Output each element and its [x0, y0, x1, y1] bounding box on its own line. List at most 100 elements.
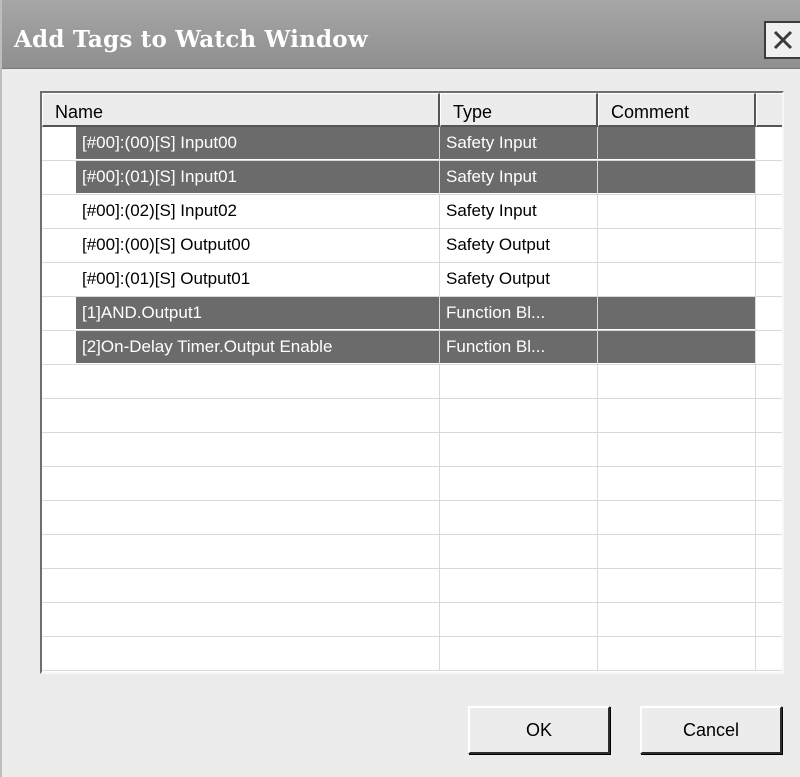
cell-comment [598, 535, 756, 569]
close-button[interactable] [764, 21, 800, 59]
column-header-type[interactable]: Type [440, 93, 598, 127]
cell-comment [598, 399, 756, 433]
cell-filler [756, 501, 782, 535]
add-tags-dialog: Add Tags to Watch Window Name Type Comme… [0, 0, 800, 777]
column-header-comment[interactable]: Comment [598, 93, 756, 127]
cell-name-text: [#00]:(01)[S] Input01 [76, 161, 439, 193]
cell-name: [#00]:(01)[S] Output01 [42, 263, 440, 297]
empty-row [42, 501, 782, 535]
table-row[interactable]: [2]On-Delay Timer.Output Enable Function … [42, 331, 782, 365]
cell-comment-text [598, 195, 610, 227]
cell-name [42, 399, 440, 433]
cell-filler [756, 297, 782, 331]
cell-comment [598, 229, 756, 263]
cell-filler [756, 127, 782, 161]
cell-comment [598, 501, 756, 535]
cell-name-text [76, 365, 439, 397]
cell-filler [756, 637, 782, 671]
cell-type [440, 365, 598, 399]
cell-type: Safety Input [440, 127, 598, 161]
cell-name [42, 569, 440, 603]
cell-type-text [440, 365, 597, 397]
ok-button[interactable]: OK [468, 706, 610, 754]
table-row[interactable]: [#00]:(01)[S] Output01 Safety Output [42, 263, 782, 297]
cell-name: [#00]:(01)[S] Input01 [42, 161, 440, 195]
cell-comment [598, 467, 756, 501]
cell-name: [1]AND.Output1 [42, 297, 440, 331]
cell-type [440, 603, 598, 637]
cell-filler [756, 365, 782, 399]
cell-type: Function Bl... [440, 331, 598, 365]
cell-type-text: Function Bl... [440, 297, 597, 329]
cell-comment-text [598, 127, 755, 159]
cell-comment [598, 433, 756, 467]
empty-row [42, 433, 782, 467]
cell-name-text [76, 399, 439, 431]
cell-name [42, 433, 440, 467]
cell-comment [598, 569, 756, 603]
empty-row [42, 637, 782, 671]
cell-name-text: [#00]:(00)[S] Input00 [76, 127, 439, 159]
tag-list[interactable]: Name Type Comment [#00]:(00)[S] Input00 S… [40, 91, 784, 674]
cell-comment [598, 297, 756, 331]
cell-type-text: Safety Input [440, 127, 597, 159]
cell-filler [756, 467, 782, 501]
cell-name [42, 365, 440, 399]
cell-filler [756, 569, 782, 603]
cell-comment-text [598, 229, 610, 261]
cell-type-text: Safety Input [440, 161, 597, 193]
cell-comment-text [598, 467, 610, 499]
cell-filler [756, 535, 782, 569]
cell-comment-text [598, 161, 755, 193]
empty-row [42, 365, 782, 399]
cell-name: [#00]:(00)[S] Output00 [42, 229, 440, 263]
cell-filler [756, 433, 782, 467]
cell-type: Function Bl... [440, 297, 598, 331]
cell-type-text [440, 433, 597, 465]
cell-comment [598, 331, 756, 365]
list-header: Name Type Comment [42, 93, 782, 127]
cell-name [42, 467, 440, 501]
empty-row [42, 467, 782, 501]
cell-comment-text [598, 569, 610, 601]
cell-type [440, 399, 598, 433]
table-row[interactable]: [#00]:(00)[S] Output00 Safety Output [42, 229, 782, 263]
cell-name-text [76, 433, 439, 465]
cell-type: Safety Output [440, 229, 598, 263]
cell-name: [2]On-Delay Timer.Output Enable [42, 331, 440, 365]
cell-type [440, 501, 598, 535]
table-row[interactable]: [#00]:(00)[S] Input00 Safety Input [42, 127, 782, 161]
cell-name [42, 535, 440, 569]
cell-type-text [440, 603, 597, 635]
cell-type-text: Safety Input [446, 201, 537, 220]
cell-comment-text [598, 399, 610, 431]
cell-type-text [440, 535, 597, 567]
cell-name-text [76, 637, 439, 669]
column-header-name[interactable]: Name [42, 93, 440, 127]
cell-type [440, 433, 598, 467]
title-bar: Add Tags to Watch Window [2, 0, 800, 69]
empty-row [42, 603, 782, 637]
cell-comment-text [598, 535, 610, 567]
cell-name [42, 637, 440, 671]
cancel-button[interactable]: Cancel [640, 706, 782, 754]
cell-filler [756, 229, 782, 263]
cell-comment [598, 365, 756, 399]
close-icon [773, 30, 793, 50]
empty-row [42, 569, 782, 603]
cell-comment-text [598, 297, 755, 329]
cell-comment-text [598, 501, 610, 533]
cell-type: Safety Output [440, 263, 598, 297]
table-row[interactable]: [#00]:(01)[S] Input01 Safety Input [42, 161, 782, 195]
cell-name-text [76, 501, 439, 533]
table-row[interactable]: [#00]:(02)[S] Input02 Safety Input [42, 195, 782, 229]
cell-type-text: Function Bl... [440, 331, 597, 363]
cell-filler [756, 195, 782, 229]
cell-name-text: [#00]:(02)[S] Input02 [82, 201, 237, 220]
cell-filler [756, 263, 782, 297]
cell-name [42, 501, 440, 535]
cell-type-text [440, 637, 597, 669]
column-header-filler [756, 93, 782, 127]
table-row[interactable]: [1]AND.Output1 Function Bl... [42, 297, 782, 331]
cell-name-text [76, 467, 439, 499]
